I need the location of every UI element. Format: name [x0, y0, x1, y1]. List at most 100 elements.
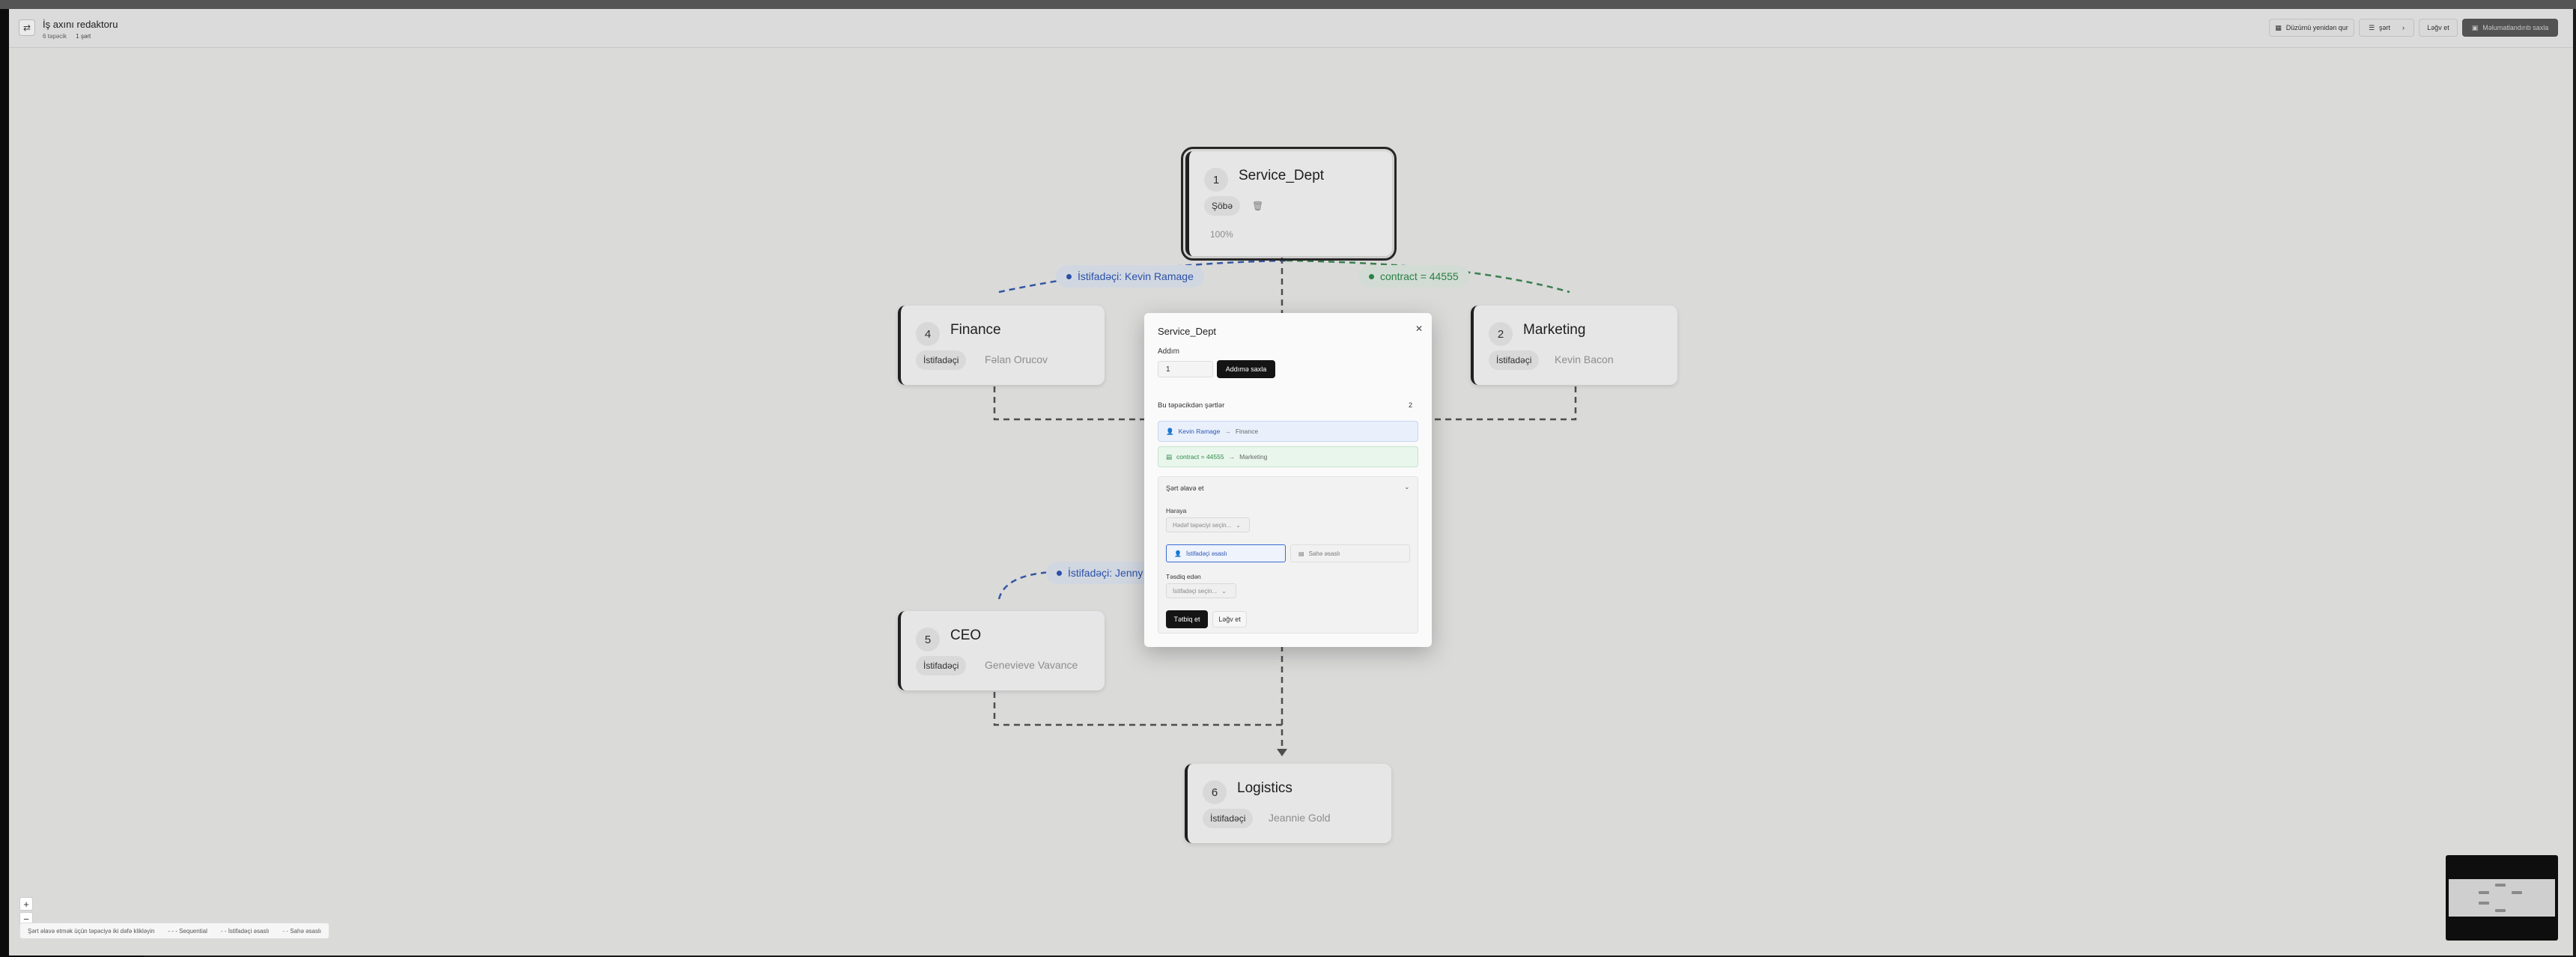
target-node-select[interactable]: Hədəf təpəciyi seçin... ⌄ — [1166, 517, 1250, 532]
node-assignee: Kevin Bacon — [1555, 353, 1614, 365]
node-service-dept[interactable]: 1 Service_Dept Şöbə 🗑 100% — [1181, 147, 1397, 261]
node-name: CEO — [950, 628, 982, 643]
node-assignee: Jeannie Gold — [1269, 812, 1331, 824]
dashed-line-icon: - - - — [168, 927, 177, 935]
node-percent: 100% — [1210, 229, 1233, 240]
user-icon: 👤 — [1174, 550, 1182, 557]
trash-icon[interactable]: 🗑 — [1252, 201, 1263, 211]
edge-label-kevin[interactable]: İstifadəçi: Kevin Ramage — [1056, 265, 1204, 288]
node-type-badge: Şöbə — [1204, 196, 1241, 216]
legend-field: - - Sahə əsaslı — [282, 928, 321, 935]
user-dot-icon — [1066, 273, 1072, 279]
toggle-user-label: İstifadəçi əsaslı — [1185, 550, 1227, 557]
approver-select[interactable]: İstifadəçi seçin... ⌄ — [1166, 583, 1236, 598]
node-number: 1 — [1204, 168, 1228, 192]
node-finance[interactable]: 4 Finance İstifadəçi Fəlan Orucov — [898, 306, 1105, 385]
node-number: 2 — [1489, 322, 1513, 346]
edge-label-jenny[interactable]: İstifadəçi: Jenny — [1046, 562, 1154, 584]
node-marketing[interactable]: 2 Marketing İstifadəçi Kevin Bacon — [1471, 306, 1677, 385]
edge-label-text: contract = 44555 — [1380, 270, 1459, 282]
node-type-badge: İstifadəçi — [916, 656, 967, 675]
cancel-condition-button[interactable]: Ləğv et — [1212, 611, 1247, 628]
legend-sequential: - - - Sequential — [168, 928, 207, 935]
dashed-line-green-icon: - - — [282, 927, 288, 935]
step-input[interactable]: 1 — [1158, 361, 1213, 377]
chevron-down-icon[interactable]: ⌄ — [1404, 483, 1410, 491]
approver-placeholder: İstifadəçi seçin... — [1173, 587, 1218, 595]
edge-user-jenny — [997, 571, 1052, 600]
node-name: Marketing — [1523, 322, 1586, 338]
node-name: Logistics — [1237, 780, 1292, 796]
toggle-user-based[interactable]: 👤 İstifadəçi əsaslı — [1166, 544, 1286, 562]
document-icon: ▤ — [1166, 452, 1173, 461]
apply-button[interactable]: Tətbiq et — [1166, 610, 1208, 628]
legend-hint: Şərt əlavə etmək üçün təpəciyə iki dəfə … — [28, 927, 155, 935]
legend-sequential-label: Sequential — [179, 927, 207, 935]
condition-target: Finance — [1235, 428, 1259, 435]
zoom-in-button[interactable]: + — [19, 897, 33, 911]
legend-user-label: İstifadəçi əsaslı — [228, 927, 270, 935]
node-name: Service_Dept — [1239, 168, 1325, 183]
condition-target: Marketing — [1239, 453, 1268, 461]
arrow-right-icon: → — [1224, 428, 1231, 435]
node-type-badge: İstifadəçi — [1203, 809, 1254, 828]
node-assignee: Genevieve Vavance — [985, 659, 1078, 671]
condition-label: Kevin Ramage — [1178, 428, 1221, 435]
minimap-viewport — [2449, 879, 2555, 917]
node-number: 6 — [1203, 780, 1227, 804]
minimap-node — [2512, 891, 2522, 894]
legend-user: - - İstifadəçi əsaslı — [221, 928, 270, 935]
legend-field-label: Sahə əsaslı — [290, 927, 322, 935]
arrow-head-icon — [1277, 749, 1287, 756]
cancel-condition-label: Ləğv et — [1218, 616, 1241, 623]
minimap-node — [2479, 891, 2489, 894]
add-step-label: Addımə saxla — [1225, 365, 1267, 373]
apply-label: Tətbiq et — [1173, 616, 1200, 623]
dialog-title: Service_Dept — [1158, 326, 1217, 337]
minimap-node — [2495, 909, 2506, 912]
window-top-strip — [0, 0, 2576, 9]
condition-item-user[interactable]: 👤 Kevin Ramage → Finance — [1158, 421, 1418, 442]
add-condition-title: Şərt əlavə et — [1166, 484, 1204, 492]
condition-label: contract = 44555 — [1176, 453, 1224, 461]
conditions-count: 2 — [1409, 401, 1413, 409]
node-number: 5 — [916, 628, 940, 651]
edge-label-text: İstifadəçi: Kevin Ramage — [1078, 270, 1194, 282]
add-condition-panel: Şərt əlavə et ⌄ Haraya Hədəf təpəciyi se… — [1158, 476, 1418, 634]
node-assignee: Fəlan Orucov — [985, 353, 1048, 365]
step-label: Addım — [1158, 347, 1179, 356]
edge-label-text: İstifadəçi: Jenny — [1068, 567, 1143, 579]
node-ceo[interactable]: 5 CEO İstifadəçi Genevieve Vavance — [898, 611, 1105, 690]
user-dot-icon — [1057, 570, 1062, 576]
minimap-node — [2495, 884, 2506, 887]
add-step-button[interactable]: Addımə saxla — [1217, 360, 1275, 378]
node-name: Finance — [950, 322, 1001, 338]
legend-bar: Şərt əlavə etmək üçün təpəciyə iki dəfə … — [19, 923, 330, 939]
toggle-field-label: Sahə əsaslı — [1308, 550, 1340, 557]
where-label: Haraya — [1166, 507, 1187, 514]
toggle-field-based[interactable]: ▤ Sahə əsaslı — [1290, 544, 1410, 562]
dashed-line-blue-icon: - - — [220, 927, 227, 935]
document-icon: ▤ — [1298, 550, 1304, 557]
field-dot-icon — [1369, 273, 1374, 279]
arrow-right-icon: → — [1228, 453, 1236, 461]
node-logistics[interactable]: 6 Logistics İstifadəçi Jeannie Gold — [1185, 764, 1391, 843]
conditions-heading: Bu təpəcikdən şərtlər — [1158, 401, 1225, 410]
minimap-node — [2479, 902, 2489, 905]
step-value: 1 — [1166, 365, 1170, 374]
chevron-down-icon: ⌄ — [1236, 521, 1241, 529]
condition-item-field[interactable]: ▤ contract = 44555 → Marketing — [1158, 446, 1418, 467]
approver-label: Təsdiq edən — [1166, 573, 1201, 580]
plus-icon: + — [23, 898, 29, 910]
edge-ceo-join — [993, 692, 1282, 726]
target-node-placeholder: Hədəf təpəciyi seçin... — [1173, 521, 1232, 529]
edge-label-contract[interactable]: contract = 44555 — [1358, 265, 1469, 288]
user-icon: 👤 — [1166, 427, 1174, 435]
node-number: 4 — [916, 322, 940, 346]
close-icon[interactable]: ✕ — [1415, 323, 1423, 334]
minimap[interactable] — [2446, 855, 2558, 941]
node-settings-dialog: Service_Dept ✕ Addım 1 Addımə saxla Bu t… — [1144, 313, 1432, 647]
node-type-badge: İstifadəçi — [1489, 350, 1540, 370]
node-type-badge: İstifadəçi — [916, 350, 967, 370]
chevron-down-icon: ⌄ — [1221, 587, 1227, 595]
